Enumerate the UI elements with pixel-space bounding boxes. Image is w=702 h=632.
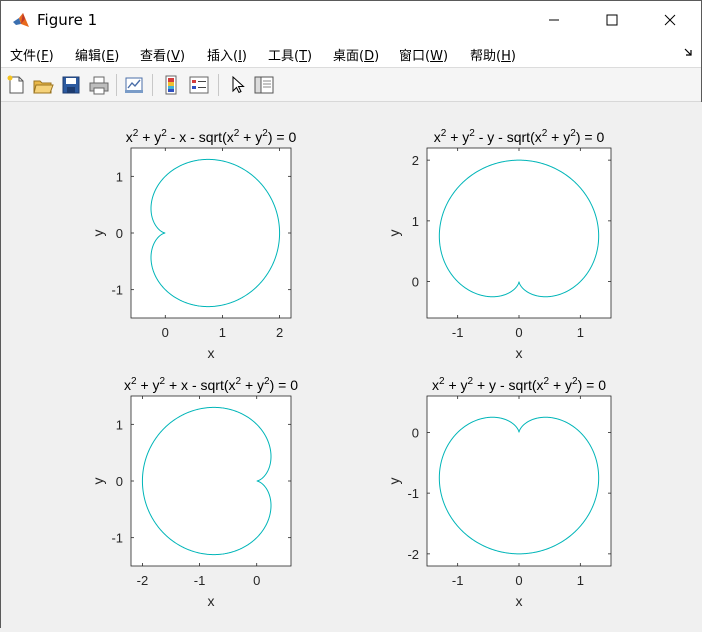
y-axis-label: y: [386, 230, 402, 237]
axes-box: [426, 395, 612, 567]
save-icon[interactable]: [60, 74, 82, 96]
y-tick-label: 1: [116, 417, 123, 432]
title-text: - x - sqrt(x: [167, 129, 234, 145]
x-tick-label: 0: [515, 573, 522, 588]
plot-title: x2 + y2 - y - sqrt(x2 + y2) = 0: [434, 128, 605, 145]
title-text: + y: [445, 377, 468, 393]
x-tick-label: -1: [194, 573, 206, 588]
title-text: + x - sqrt(x: [165, 377, 235, 393]
x-tick-label: -1: [452, 573, 464, 588]
x-axis-label: x: [516, 345, 523, 361]
title-text: - y - sqrt(x: [475, 129, 542, 145]
subplot-1: 0 1 2-101xyx2 + y2 - x - sqrt(x2 + y2) = 0: [90, 128, 296, 361]
title-text: x: [432, 377, 439, 393]
x-tick-label: 1: [219, 325, 226, 340]
plot-title: x2 + y2 + y - sqrt(x2 + y2) = 0: [432, 376, 606, 393]
menu-view[interactable]: 查看(V): [140, 45, 185, 64]
title-text: + y - sqrt(x: [473, 377, 543, 393]
x-tick-label: 1: [577, 325, 584, 340]
title-text: + y: [547, 129, 570, 145]
subplot-2: -1 0 1012xyx2 + y2 - y - sqrt(x2 + y2) = 0: [386, 128, 612, 361]
menu-desktop[interactable]: 桌面(D): [333, 45, 379, 64]
y-axis-label: y: [386, 478, 402, 485]
maximize-icon: [606, 14, 618, 26]
minimize-button[interactable]: [531, 1, 577, 39]
y-tick-label: 0: [412, 425, 419, 440]
menu-insert[interactable]: 插入(I): [207, 45, 247, 64]
title-text: ) = 0: [578, 377, 607, 393]
toolbar-separator: [218, 74, 219, 96]
toolbar-separator: [116, 74, 117, 96]
title-text: x: [434, 129, 441, 145]
menu-edit[interactable]: 编辑(E): [75, 45, 119, 64]
window-title: Figure 1: [37, 11, 98, 29]
colorbar-icon[interactable]: [160, 74, 182, 96]
dock-figure-icon[interactable]: [683, 47, 693, 57]
x-axis-label: x: [208, 345, 215, 361]
x-axis-label: x: [208, 593, 215, 609]
y-tick-label: -1: [111, 283, 123, 298]
y-axis-label: y: [90, 230, 106, 237]
toolbar-separator: [152, 74, 153, 96]
axes-box: [130, 395, 292, 567]
new-figure-icon[interactable]: [5, 74, 27, 96]
subplot-4: -1 0 1 -2 -1 0 x y x2 + y2 + y - sqrt(x2 + y2) =…: [386, 376, 612, 609]
link-plot-icon[interactable]: [123, 74, 145, 96]
y-tick-label: 0: [116, 226, 123, 241]
plot-title: x2 + y2 - x - sqrt(x2 + y2) = 0: [126, 128, 297, 145]
pointer-icon[interactable]: [226, 74, 248, 96]
title-text: + y: [446, 129, 469, 145]
y-tick-label: 0: [412, 275, 419, 290]
x-tick-label: -2: [137, 573, 149, 588]
matlab-logo-icon: [13, 13, 29, 27]
title-text: + y: [241, 377, 264, 393]
y-tick-label: 1: [412, 214, 419, 229]
plot-tools-icon[interactable]: [253, 74, 275, 96]
figure-canvas[interactable]: 0 1 2 -1 0 1 x y x2 + y2 - x - sqrt(x2 + y2) = 0…: [1, 102, 702, 629]
x-tick-label: 0: [253, 573, 260, 588]
x-tick-label: -1: [452, 325, 464, 340]
x-tick-label: 0: [515, 325, 522, 340]
figure-toolbar: [1, 68, 701, 102]
plot-title: x2 + y2 + x - sqrt(x2 + y2) = 0: [124, 376, 298, 393]
title-text: + y: [549, 377, 572, 393]
maximize-button[interactable]: [589, 1, 635, 39]
axes-box: [426, 147, 612, 319]
title-text: ) = 0: [268, 129, 297, 145]
menu-window[interactable]: 窗口(W): [399, 45, 448, 64]
open-file-icon[interactable]: [32, 74, 54, 96]
y-tick-label: 0: [116, 474, 123, 489]
y-axis-label: y: [90, 478, 106, 485]
y-tick-label: 2: [412, 153, 419, 168]
title-text: ) = 0: [576, 129, 605, 145]
menu-file[interactable]: 文件(F): [10, 45, 54, 64]
title-text: + y: [138, 129, 161, 145]
menu-bar: 文件(F) 编辑(E) 查看(V) 插入(I) 工具(T) 桌面(D) 窗口(W…: [1, 39, 701, 68]
x-tick-label: 0: [162, 325, 169, 340]
y-tick-label: -1: [407, 486, 419, 501]
minimize-icon: [549, 19, 559, 21]
title-text: ) = 0: [270, 377, 299, 393]
menu-help[interactable]: 帮助(H): [470, 45, 516, 64]
title-bar[interactable]: Figure 1: [1, 1, 701, 40]
y-tick-label: -1: [111, 531, 123, 546]
menu-tools[interactable]: 工具(T): [268, 45, 312, 64]
plots-svg: 0 1 2-101xyx2 + y2 - x - sqrt(x2 + y2) = 0…: [90, 128, 612, 609]
title-text: x: [124, 377, 131, 393]
x-tick-label: 2: [276, 325, 283, 340]
title-text: + y: [137, 377, 160, 393]
legend-icon[interactable]: [188, 74, 210, 96]
close-button[interactable]: [647, 1, 693, 39]
y-tick-label: -2: [407, 547, 419, 562]
y-tick-label: 1: [116, 169, 123, 184]
figure-window: Figure 1 文件(F) 编辑(E) 查看(V) 插入(I) 工具(T) 桌…: [0, 0, 702, 629]
print-icon[interactable]: [88, 74, 110, 96]
axes-box: [130, 147, 292, 319]
title-text: x: [126, 129, 133, 145]
subplot-3: -2 -1 0 -1 0 1 x y x2 + y2 + x - sqrt(x2 + y2) =…: [90, 376, 298, 609]
title-text: + y: [239, 129, 262, 145]
close-icon: [664, 14, 676, 26]
x-axis-label: x: [516, 593, 523, 609]
x-tick-label: 1: [577, 573, 584, 588]
